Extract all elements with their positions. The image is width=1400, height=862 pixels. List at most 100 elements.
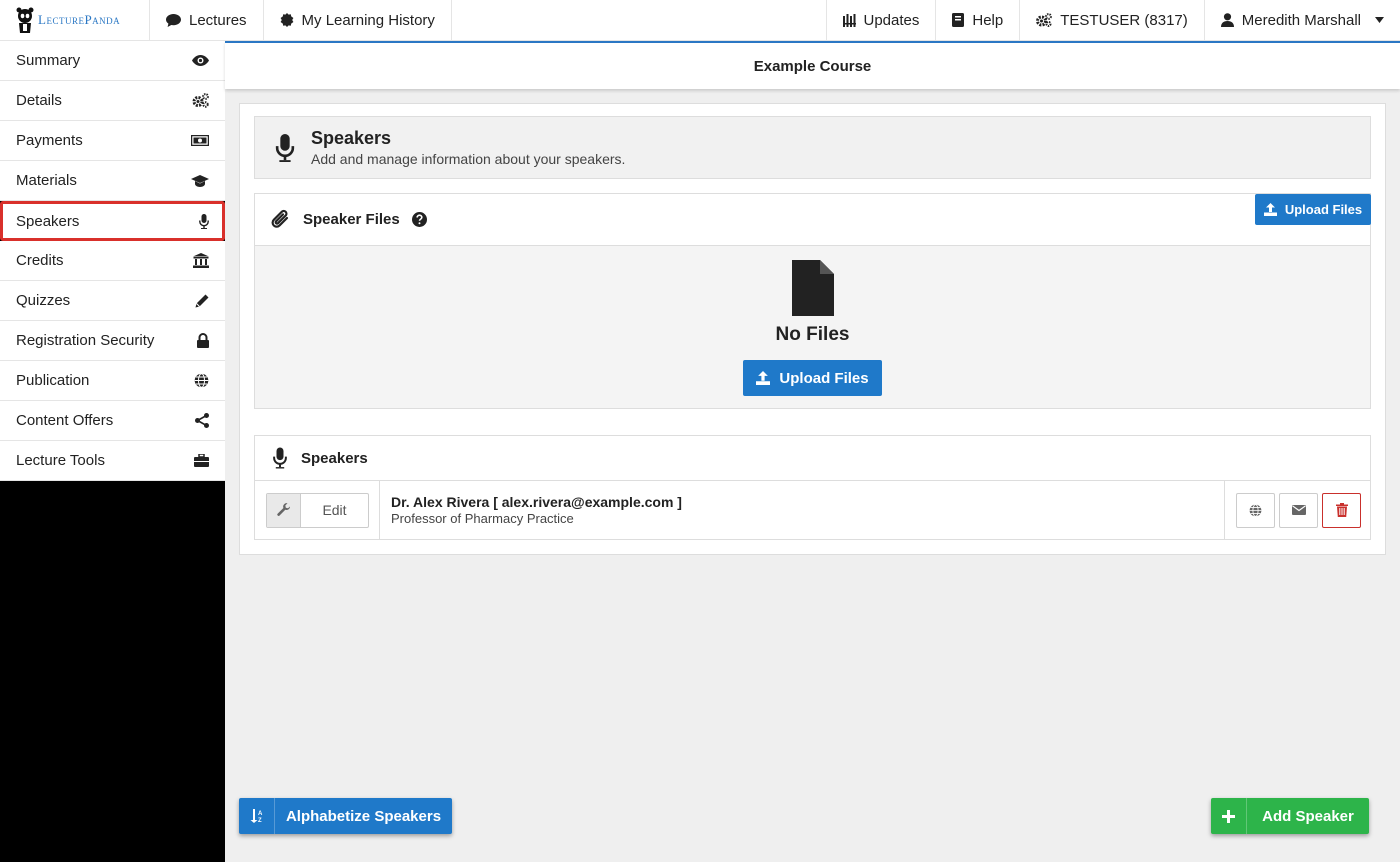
panda-logo-icon <box>16 7 34 33</box>
upload-files-label: Upload Files <box>1284 202 1363 217</box>
nav-learning-history-label: My Learning History <box>301 11 435 29</box>
course-title: Example Course <box>753 57 872 75</box>
microphone-icon <box>273 447 287 469</box>
nav-user-menu[interactable]: Meredith Marshall <box>1205 0 1400 40</box>
table-row: Edit Dr. Alex Rivera [ alex.rivera@examp… <box>255 481 1370 539</box>
nav-updates-label: Updates <box>863 11 920 29</box>
edit-speaker-button[interactable]: Edit <box>266 492 369 528</box>
pencil-icon <box>195 294 209 307</box>
gears-icon <box>192 93 209 108</box>
speaker-files-title: Speaker Files <box>303 211 400 228</box>
add-speaker-label: Add Speaker <box>1262 807 1354 825</box>
top-navbar: LecturePanda Lectures My Learning Histor… <box>0 0 1400 41</box>
sidebar-item-details[interactable]: Details <box>0 81 225 121</box>
eye-icon <box>192 55 209 66</box>
nav-account-label: TESTUSER (8317) <box>1060 11 1188 29</box>
upload-files-label: Upload Files <box>779 369 869 387</box>
course-title-bar: Example Course <box>225 41 1400 89</box>
trash-icon <box>1335 503 1348 517</box>
gears-icon <box>1036 13 1053 27</box>
nav-account[interactable]: TESTUSER (8317) <box>1020 0 1205 40</box>
globe-icon <box>194 373 209 388</box>
brand-logo[interactable]: LecturePanda <box>0 0 150 40</box>
sidebar-item-label: Payments <box>16 132 83 149</box>
sidebar-item-label: Summary <box>16 52 81 69</box>
page-title: Speakers <box>311 128 392 148</box>
sidebar-item-content-offers[interactable]: Content Offers <box>0 401 225 441</box>
sidebar-item-label: Quizzes <box>16 292 71 309</box>
speaker-title: Professor of Pharmacy Practice <box>391 511 574 526</box>
sort-alpha-icon: AZ <box>239 798 275 834</box>
speakers-list-panel: Speakers Edit Dr. Alex Rivera [ alex.riv… <box>254 435 1371 540</box>
nav-help[interactable]: Help <box>936 0 1021 40</box>
user-icon <box>1220 13 1234 27</box>
speaker-info: Dr. Alex Rivera [ alex.rivera@example.co… <box>380 481 1225 539</box>
microphone-icon <box>199 213 209 229</box>
microphone-icon <box>275 133 295 162</box>
speaker-files-header: Speaker Files <box>255 194 1370 246</box>
comment-icon <box>166 13 181 27</box>
nav-lectures-label: Lectures <box>189 11 247 29</box>
alphabetize-speakers-button[interactable]: AZ Alphabetize Speakers <box>239 798 452 834</box>
lock-icon <box>197 333 209 348</box>
envelope-icon <box>1291 505 1306 515</box>
sidebar-item-credits[interactable]: Credits <box>0 241 225 281</box>
nav-lectures[interactable]: Lectures <box>150 0 264 40</box>
institution-icon <box>193 253 209 268</box>
share-icon <box>195 413 209 428</box>
speaker-actions <box>1225 492 1370 528</box>
upload-files-button-header[interactable]: Upload Files <box>1255 194 1371 225</box>
edit-cell: Edit <box>255 481 380 539</box>
page-subtitle: Add and manage information about your sp… <box>311 151 626 167</box>
plus-icon <box>1211 798 1247 834</box>
speaker-name-email: Dr. Alex Rivera [ alex.rivera@example.co… <box>391 494 682 510</box>
sidebar-item-label: Materials <box>16 172 77 189</box>
speaker-website-button[interactable] <box>1236 492 1275 528</box>
sidebar-item-label: Details <box>16 92 62 109</box>
money-icon <box>191 135 209 146</box>
sidebar-item-registration-security[interactable]: Registration Security <box>0 321 225 361</box>
briefcase-icon <box>194 454 209 467</box>
nav-updates[interactable]: Updates <box>825 0 937 40</box>
alphabetize-speakers-label: Alphabetize Speakers <box>285 807 442 825</box>
nav-learning-history[interactable]: My Learning History <box>264 0 452 40</box>
sidebar: Summary Details Payments Materials Speak… <box>0 41 225 862</box>
add-speaker-button[interactable]: Add Speaker <box>1211 798 1369 834</box>
graduation-cap-icon <box>191 174 209 187</box>
wrench-icon <box>267 493 301 527</box>
question-circle-icon[interactable] <box>411 212 427 227</box>
certificate-icon <box>280 13 293 27</box>
speaker-files-panel: Speaker Files Upload Files No Files Uplo… <box>254 193 1371 409</box>
speakers-header: Speakers Add and manage information abou… <box>254 116 1371 179</box>
upload-icon <box>1263 203 1277 216</box>
book-icon <box>952 13 965 27</box>
svg-text:Z: Z <box>258 818 262 823</box>
sidebar-item-label: Publication <box>16 372 90 389</box>
brand-wordmark: LecturePanda <box>38 12 121 27</box>
nav-help-label: Help <box>972 11 1004 29</box>
svg-text:A: A <box>258 811 263 817</box>
speaker-files-empty-state: No Files Upload Files <box>255 246 1370 408</box>
speakers-list-header: Speakers <box>255 436 1370 481</box>
news-icon <box>842 13 856 27</box>
sidebar-item-label: Registration Security <box>16 332 155 349</box>
sidebar-item-publication[interactable]: Publication <box>0 361 225 401</box>
paperclip-icon <box>271 209 289 228</box>
nav-user-label: Meredith Marshall <box>1241 11 1361 29</box>
delete-speaker-button[interactable] <box>1322 492 1361 528</box>
speaker-email-button[interactable] <box>1279 492 1318 528</box>
sidebar-item-materials[interactable]: Materials <box>0 161 225 201</box>
sidebar-item-summary[interactable]: Summary <box>0 41 225 81</box>
sidebar-item-label: Lecture Tools <box>16 452 105 469</box>
file-icon <box>791 260 834 316</box>
sidebar-item-speakers[interactable]: Speakers <box>0 201 225 241</box>
sidebar-item-label: Speakers <box>16 212 80 230</box>
upload-files-button[interactable]: Upload Files <box>743 360 882 396</box>
caret-down-icon <box>1375 17 1384 23</box>
sidebar-item-lecture-tools[interactable]: Lecture Tools <box>0 441 225 481</box>
sidebar-item-payments[interactable]: Payments <box>0 121 225 161</box>
speakers-list-title: Speakers <box>301 449 368 467</box>
upload-icon <box>756 371 771 385</box>
sidebar-item-quizzes[interactable]: Quizzes <box>0 281 225 321</box>
globe-icon <box>1249 503 1262 517</box>
